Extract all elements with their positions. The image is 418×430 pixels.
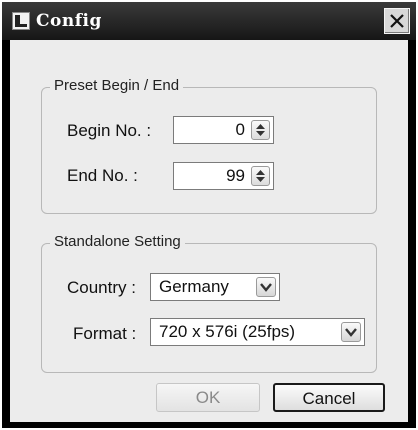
close-icon bbox=[390, 14, 404, 28]
end-no-spinbox[interactable]: 99 bbox=[173, 162, 274, 190]
begin-no-spinbox[interactable]: 0 bbox=[173, 116, 274, 144]
format-value[interactable]: 720 x 576i (25fps) bbox=[159, 322, 295, 342]
end-no-value[interactable]: 99 bbox=[226, 166, 245, 186]
end-no-label: End No. : bbox=[67, 166, 138, 185]
config-dialog: Config Preset Begin / End Begin No. : 0 … bbox=[2, 2, 416, 428]
chevron-down-icon bbox=[260, 283, 272, 292]
chevron-down-icon bbox=[345, 328, 357, 337]
dialog-body: Preset Begin / End Begin No. : 0 End No.… bbox=[10, 40, 408, 422]
format-label: Format : bbox=[73, 324, 137, 343]
standalone-group: Standalone Setting bbox=[41, 233, 377, 373]
preset-group-legend: Preset Begin / End bbox=[50, 77, 184, 94]
title-bar[interactable]: Config bbox=[2, 2, 416, 40]
ok-button[interactable]: OK bbox=[156, 383, 260, 412]
spin-arrows-icon bbox=[256, 124, 265, 136]
app-window-icon bbox=[12, 12, 30, 30]
end-no-spin-arrows[interactable] bbox=[251, 166, 270, 186]
country-label: Country : bbox=[67, 278, 136, 297]
spin-arrows-icon bbox=[256, 170, 265, 182]
country-select[interactable]: Germany bbox=[150, 273, 280, 301]
cancel-button[interactable]: Cancel bbox=[273, 383, 385, 412]
country-value[interactable]: Germany bbox=[159, 277, 229, 297]
begin-no-spin-arrows[interactable] bbox=[251, 120, 270, 140]
format-select[interactable]: 720 x 576i (25fps) bbox=[150, 318, 365, 346]
begin-no-value[interactable]: 0 bbox=[236, 120, 245, 140]
standalone-group-legend: Standalone Setting bbox=[50, 233, 185, 250]
format-dropdown-button[interactable] bbox=[341, 322, 361, 342]
close-button[interactable] bbox=[384, 8, 410, 34]
begin-no-label: Begin No. : bbox=[67, 121, 152, 140]
preset-group: Preset Begin / End bbox=[41, 77, 377, 214]
country-dropdown-button[interactable] bbox=[256, 277, 276, 297]
dialog-title: Config bbox=[36, 11, 102, 31]
